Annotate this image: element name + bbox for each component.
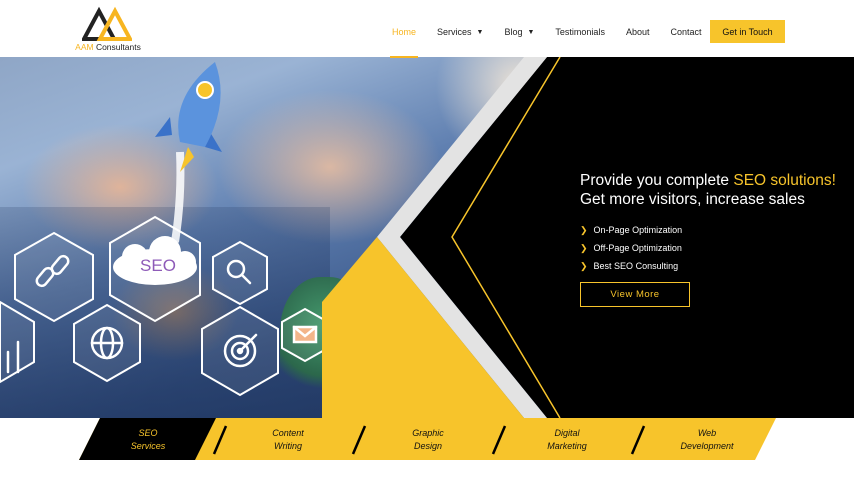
view-more-button[interactable]: View More	[580, 282, 690, 307]
nav-home[interactable]: Home	[389, 27, 419, 58]
nav-about[interactable]: About	[626, 27, 650, 37]
feature-list: ❯ On-Page Optimization ❯ Off-Page Optimiza…	[580, 221, 836, 275]
category-web-development[interactable]: Web Development	[657, 427, 757, 453]
chevron-right-icon: ❯	[580, 225, 588, 235]
category-digital-marketing[interactable]: Digital Marketing	[517, 427, 617, 453]
hero-banner: SEO Provide you complete SEO solutions! …	[0, 57, 854, 418]
service-category-bar: SEO Services Content Writing Graphic Design…	[0, 418, 854, 462]
list-item: ❯ On-Page Optimization	[580, 221, 836, 239]
main-nav: Home Services ▼ Blog ▼ Testimonials About …	[389, 27, 723, 58]
nav-contact[interactable]: Contact	[670, 27, 701, 37]
chevron-right-icon: ❯	[580, 261, 588, 271]
chevron-down-icon: ▼	[527, 28, 535, 36]
category-content-writing[interactable]: Content Writing	[238, 427, 338, 453]
page: AAM Consultants Home Services ▼ Blog ▼ Tes…	[0, 0, 854, 480]
chevron-right-icon: ❯	[580, 243, 588, 253]
get-in-touch-button[interactable]: Get in Touch	[710, 20, 785, 43]
category-seo-services[interactable]: SEO Services	[98, 427, 198, 453]
brand-logo[interactable]: AAM Consultants	[68, 5, 148, 55]
nav-testimonials[interactable]: Testimonials	[555, 27, 605, 37]
hero-copy: Provide you complete SEO solutions! Get …	[580, 171, 836, 307]
nav-services[interactable]: Services ▼	[437, 27, 483, 37]
hero-headline: Provide you complete SEO solutions! Get …	[580, 172, 836, 208]
category-graphic-design[interactable]: Graphic Design	[378, 427, 478, 453]
logo-mark-icon	[82, 6, 132, 41]
site-header: AAM Consultants Home Services ▼ Blog ▼ Tes…	[0, 0, 854, 58]
chevron-down-icon: ▼	[476, 28, 484, 36]
list-item: ❯ Best SEO Consulting	[580, 257, 836, 275]
list-item: ❯ Off-Page Optimization	[580, 239, 836, 257]
brand-name: AAM Consultants	[75, 42, 141, 52]
nav-blog[interactable]: Blog ▼	[504, 27, 534, 37]
